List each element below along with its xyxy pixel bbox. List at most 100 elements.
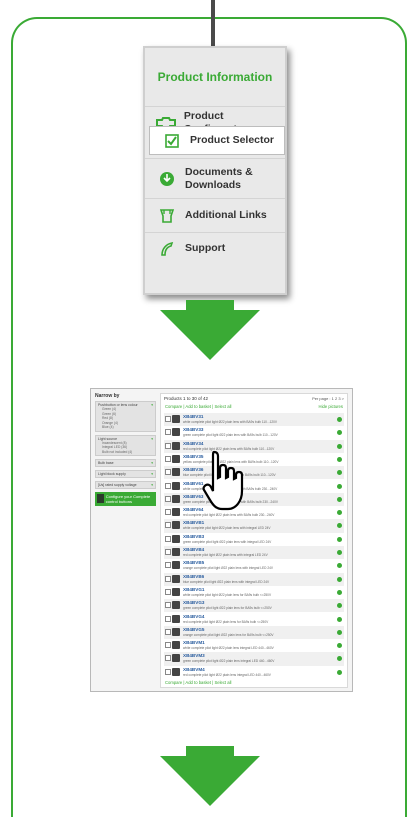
hide-pictures-link[interactable]: Hide pictures bbox=[319, 404, 343, 409]
table-row[interactable]: XB4BVM3 green complete pilot light Ø22 pl… bbox=[164, 652, 344, 666]
table-row[interactable]: XB4BVG1 white complete pilot light Ø22 pl… bbox=[164, 586, 344, 599]
table-row[interactable]: XB4BV61white complete pilot light Ø22 pl… bbox=[164, 480, 344, 493]
menu-item-support[interactable]: Support bbox=[145, 232, 285, 264]
filter-bulb-base[interactable]: Bulb base ▾ bbox=[95, 459, 156, 467]
add-icon[interactable] bbox=[337, 523, 342, 529]
filter-label: [Us] rated supply voltage bbox=[98, 483, 137, 487]
product-code[interactable]: XB4BVB3 bbox=[183, 534, 204, 539]
menu-item-additional-links[interactable]: Additional Links bbox=[145, 198, 285, 232]
add-icon[interactable] bbox=[337, 603, 342, 609]
table-row[interactable]: XB4BVB6 blue complete pilot light Ø22 pla… bbox=[164, 572, 344, 586]
product-code[interactable]: XB4BV33 bbox=[183, 427, 203, 432]
table-row[interactable]: XB4BV31 white complete pilot light Ø22 pl… bbox=[164, 413, 344, 427]
table-row[interactable]: XB4BVB4 red complete pilot light Ø22 plai… bbox=[164, 546, 344, 560]
product-code[interactable]: XB4BV31 bbox=[183, 414, 203, 419]
row-checkbox[interactable] bbox=[165, 562, 171, 569]
table-row[interactable]: XB4BVG3 green complete pilot light Ø22 pl… bbox=[164, 599, 344, 613]
product-code[interactable]: XB4BVG1 bbox=[183, 587, 204, 592]
row-checkbox[interactable] bbox=[165, 615, 171, 622]
compare-link[interactable]: Compare bbox=[165, 680, 182, 685]
add-icon[interactable] bbox=[337, 629, 342, 635]
product-description: white complete pilot light Ø22 plain len… bbox=[183, 592, 272, 597]
compare-link[interactable]: Compare bbox=[165, 404, 182, 409]
filter-pushbutton-colour[interactable]: Pushbutton or lens colour ▾ Green (4) Gre… bbox=[95, 401, 156, 432]
product-code[interactable]: XB4BVB4 bbox=[183, 547, 204, 552]
product-thumbnail bbox=[172, 415, 180, 423]
add-icon[interactable] bbox=[337, 576, 342, 582]
row-checkbox[interactable] bbox=[165, 575, 171, 582]
row-checkbox[interactable] bbox=[165, 429, 171, 436]
select-all-link[interactable]: Select all bbox=[214, 404, 231, 409]
add-icon[interactable] bbox=[337, 589, 342, 595]
add-icon[interactable] bbox=[337, 456, 342, 462]
product-code[interactable]: XB4BV34 bbox=[183, 441, 203, 446]
menu-item-documents-downloads[interactable]: Documents & Downloads bbox=[145, 158, 285, 198]
add-to-basket-link[interactable]: Add to basket bbox=[185, 404, 211, 409]
product-code[interactable]: XB4BVM3 bbox=[183, 653, 205, 658]
add-icon[interactable] bbox=[337, 563, 342, 569]
filter-light-block-supply[interactable]: Light block supply ▾ bbox=[95, 470, 156, 478]
row-checkbox[interactable] bbox=[165, 482, 171, 489]
table-row[interactable]: XB4BVM1 white complete pilot light Ø22 pl… bbox=[164, 639, 344, 652]
row-checkbox[interactable] bbox=[165, 588, 171, 595]
add-icon[interactable] bbox=[337, 483, 342, 489]
table-row[interactable]: XB4BV33 green complete pilot light Ø22 pl… bbox=[164, 426, 344, 439]
product-code[interactable]: XB4BVM1 bbox=[183, 640, 205, 645]
product-code[interactable]: XB4BVM4 bbox=[183, 667, 205, 672]
add-icon[interactable] bbox=[337, 643, 342, 649]
table-row[interactable]: XB4BVB3 green complete pilot light Ø22 pl… bbox=[164, 533, 344, 546]
row-checkbox[interactable] bbox=[165, 628, 171, 635]
add-icon[interactable] bbox=[337, 510, 342, 516]
add-icon[interactable] bbox=[337, 443, 342, 449]
row-checkbox[interactable] bbox=[165, 416, 171, 422]
table-row[interactable]: XB4BV36blue complete pilot light Ø22 pla… bbox=[164, 466, 344, 480]
product-code[interactable]: XB4BVB5 bbox=[183, 560, 204, 565]
row-checkbox[interactable] bbox=[165, 602, 171, 609]
row-checkbox[interactable] bbox=[165, 455, 171, 462]
table-row[interactable]: XB4BVG5 orange complete pilot light Ø22 p… bbox=[164, 625, 344, 639]
product-code[interactable]: XB4BVG4 bbox=[183, 614, 204, 619]
filter-option[interactable]: Bulb not included (4) bbox=[98, 450, 153, 455]
row-checkbox[interactable] bbox=[165, 535, 171, 542]
product-code[interactable]: XB4BVG3 bbox=[183, 600, 204, 605]
add-icon[interactable] bbox=[337, 496, 342, 502]
row-checkbox[interactable] bbox=[165, 509, 171, 516]
row-checkbox[interactable] bbox=[165, 655, 171, 662]
select-all-link[interactable]: Select all bbox=[214, 680, 231, 685]
menu-item-product-selector[interactable]: Product Selector bbox=[149, 126, 285, 155]
configure-promo[interactable]: Configure your Complete control buttons bbox=[95, 492, 156, 506]
row-checkbox[interactable] bbox=[165, 668, 171, 675]
add-icon[interactable] bbox=[337, 470, 342, 476]
row-checkbox[interactable] bbox=[165, 642, 171, 649]
row-checkbox[interactable] bbox=[165, 522, 171, 529]
add-to-basket-link[interactable]: Add to basket bbox=[185, 680, 211, 685]
add-icon[interactable] bbox=[337, 669, 342, 675]
pagination[interactable]: Per page : 1 2 3 > bbox=[312, 396, 344, 401]
add-icon[interactable] bbox=[337, 616, 342, 622]
table-row[interactable]: XB4BVG4 red complete pilot light Ø22 plai… bbox=[164, 613, 344, 626]
add-icon[interactable] bbox=[337, 536, 342, 542]
add-icon[interactable] bbox=[337, 550, 342, 555]
table-row[interactable]: XB4BV63green complete pilot light Ø22 pl… bbox=[164, 492, 344, 506]
add-icon[interactable] bbox=[337, 430, 342, 436]
table-row[interactable]: XB4BV34 red complete pilot light Ø22 plai… bbox=[164, 439, 344, 453]
add-icon[interactable] bbox=[337, 417, 342, 422]
product-thumbnail bbox=[172, 587, 180, 596]
row-checkbox[interactable] bbox=[165, 549, 171, 555]
product-description: blue complete pilot light Ø22 plain lens… bbox=[183, 579, 270, 584]
table-row[interactable]: XB4BVM4 red complete pilot light Ø22 plai… bbox=[164, 666, 344, 679]
row-checkbox[interactable] bbox=[165, 469, 171, 476]
filter-option[interactable]: Blue (4) bbox=[98, 425, 153, 430]
add-icon[interactable] bbox=[337, 656, 342, 662]
product-code[interactable]: XB4BVB6 bbox=[183, 574, 204, 579]
table-row[interactable]: XB4BV35 yellow complete pilot light Ø22 p… bbox=[164, 453, 344, 466]
row-checkbox[interactable] bbox=[165, 442, 171, 449]
filter-light-source[interactable]: Light source ▾ Incandescent (8) Integral … bbox=[95, 434, 156, 456]
table-row[interactable]: XB4BVB1 white complete pilot light Ø22 pl… bbox=[164, 519, 344, 533]
table-row[interactable]: XB4BV64 red complete pilot light Ø22 plai… bbox=[164, 506, 344, 519]
download-icon bbox=[155, 170, 179, 188]
product-code[interactable]: XB4BVG5 bbox=[183, 627, 204, 632]
row-checkbox[interactable] bbox=[165, 495, 171, 502]
filter-rated-supply-voltage[interactable]: [Us] rated supply voltage ▾ bbox=[95, 481, 156, 489]
table-row[interactable]: XB4BVB5 orange complete pilot light Ø22 p… bbox=[164, 559, 344, 572]
